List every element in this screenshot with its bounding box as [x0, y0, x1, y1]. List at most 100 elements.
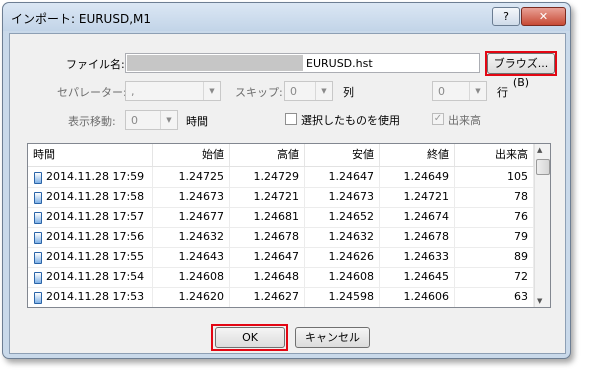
- col-header-close[interactable]: 終値: [380, 144, 455, 166]
- record-icon: [34, 232, 42, 244]
- table-cell: 89: [455, 247, 534, 267]
- cell-text: 1.24608: [328, 270, 375, 283]
- table-cell: 76: [455, 207, 534, 227]
- scroll-down-icon[interactable]: ▼: [537, 297, 542, 305]
- table-cell: 1.24598: [305, 287, 380, 307]
- cell-text: 1.24681: [253, 210, 300, 223]
- cell-text: 2014.11.28 17:54: [46, 270, 145, 283]
- table-cell: 1.24647: [230, 247, 305, 267]
- cell-text: 1.24598: [328, 290, 375, 303]
- cell-text: 1.24608: [178, 270, 225, 283]
- cell-text: 2014.11.28 17:57: [46, 210, 145, 223]
- cell-text: 2014.11.28 17:53: [46, 290, 145, 303]
- use-selected-checkbox[interactable]: [285, 113, 297, 125]
- record-icon: [34, 192, 42, 204]
- cell-text: 1.24673: [328, 190, 375, 203]
- volume-checkbox[interactable]: ✓: [432, 113, 444, 125]
- table-cell: 2014.11.28 17:56: [28, 227, 153, 247]
- record-icon: [34, 272, 42, 284]
- vertical-scrollbar[interactable]: ▲ ▼: [534, 144, 550, 307]
- col-header-time[interactable]: 時間: [28, 144, 153, 166]
- move-label: 表示移動:: [68, 115, 116, 128]
- table-cell: 1.24673: [153, 187, 230, 207]
- cell-text: 79: [514, 230, 528, 243]
- file-path-redacted: [127, 55, 303, 71]
- table-cell: 1.24673: [305, 187, 380, 207]
- skip-columns-value: 0: [290, 85, 297, 98]
- move-hours-value: 0: [131, 114, 138, 127]
- help-button[interactable]: ?: [492, 7, 520, 26]
- table-cell: 1.24652: [305, 207, 380, 227]
- table-cell: 1.24678: [230, 227, 305, 247]
- chevron-down-icon: ▼: [315, 82, 332, 100]
- cell-text: 1.24647: [328, 170, 375, 183]
- table-cell: 79: [455, 227, 534, 247]
- table-row[interactable]: 2014.11.28 17:58 1.24673 1.24721 1.24673 1.2…: [28, 187, 534, 208]
- table-row[interactable]: 2014.11.28 17:53 1.24620 1.24627 1.24598 1.2…: [28, 287, 534, 307]
- record-icon: [34, 172, 42, 184]
- cell-text: 1.24729: [253, 170, 300, 183]
- cell-text: 89: [514, 250, 528, 263]
- col-header-open[interactable]: 始値: [153, 144, 230, 166]
- table-cell: 1.24620: [153, 287, 230, 307]
- record-icon: [34, 212, 42, 224]
- cell-text: 1.24673: [178, 190, 225, 203]
- separator-combo[interactable]: , ▼: [125, 81, 221, 101]
- skip-rows-combo[interactable]: 0 ▼: [432, 81, 487, 101]
- cell-text: 1.24632: [178, 230, 225, 243]
- scroll-up-icon[interactable]: ▲: [537, 146, 542, 154]
- file-name-label: ファイル名:: [66, 58, 125, 71]
- skip-columns-combo[interactable]: 0 ▼: [284, 81, 333, 101]
- table-row[interactable]: 2014.11.28 17:55 1.24643 1.24647 1.24626 1.2…: [28, 247, 534, 268]
- table-row[interactable]: 2014.11.28 17:59 1.24725 1.24729 1.24647 1.2…: [28, 167, 534, 188]
- window-title: インポート: EURUSD,M1: [11, 12, 152, 26]
- table-cell: 2014.11.28 17:55: [28, 247, 153, 267]
- cell-text: 1.24678: [253, 230, 300, 243]
- table-header: 時間 始値 高値 安値 終値 出来高: [28, 144, 534, 167]
- cell-text: 1.24643: [178, 250, 225, 263]
- table-cell: 1.24674: [380, 207, 455, 227]
- table-cell: 1.24627: [230, 287, 305, 307]
- table-cell: 72: [455, 267, 534, 287]
- table-cell: 1.24721: [230, 187, 305, 207]
- table-cell: 1.24633: [380, 247, 455, 267]
- chevron-down-icon: ▼: [160, 111, 177, 129]
- table-cell: 2014.11.28 17:54: [28, 267, 153, 287]
- skip-rows-unit: 行: [497, 86, 508, 99]
- table-row[interactable]: 2014.11.28 17:57 1.24677 1.24681 1.24652 1.2…: [28, 207, 534, 228]
- close-button[interactable]: ✕: [521, 7, 566, 26]
- use-selected-label: 選択したものを使用: [301, 114, 400, 127]
- cell-text: 1.24721: [403, 190, 450, 203]
- col-header-low[interactable]: 安値: [305, 144, 380, 166]
- data-table[interactable]: 時間 始値 高値 安値 終値 出来高 2014.11.28 17:59 1.247…: [27, 143, 551, 308]
- table-cell: 1.24648: [230, 267, 305, 287]
- table-cell: 63: [455, 287, 534, 307]
- table-row[interactable]: 2014.11.28 17:56 1.24632 1.24678 1.24632 1.2…: [28, 227, 534, 248]
- cell-text: 1.24632: [328, 230, 375, 243]
- cell-text: 1.24633: [403, 250, 450, 263]
- table-row[interactable]: 2014.11.28 17:54 1.24608 1.24648 1.24608 1.2…: [28, 267, 534, 288]
- col-header-high[interactable]: 高値: [230, 144, 305, 166]
- cell-text: 2014.11.28 17:55: [46, 250, 145, 263]
- col-header-volume[interactable]: 出来高: [455, 144, 534, 166]
- move-hours-unit: 時間: [186, 115, 208, 128]
- table-cell: 105: [455, 167, 534, 187]
- table-cell: 1.24677: [153, 207, 230, 227]
- cell-text: 1.24678: [403, 230, 450, 243]
- cancel-button[interactable]: キャンセル: [295, 327, 370, 348]
- ok-highlight: [211, 324, 288, 351]
- table-cell: 1.24647: [305, 167, 380, 187]
- file-name-field[interactable]: EURUSD.hst: [125, 53, 480, 73]
- cell-text: 1.24620: [178, 290, 225, 303]
- table-cell: 1.24729: [230, 167, 305, 187]
- cell-text: 1.24721: [253, 190, 300, 203]
- import-dialog: インポート: EURUSD,M1 ? ✕ ファイル名: EURUSD.hst ブ…: [2, 2, 571, 359]
- table-cell: 2014.11.28 17:59: [28, 167, 153, 187]
- cell-text: 63: [514, 290, 528, 303]
- move-hours-combo[interactable]: 0 ▼: [125, 110, 178, 130]
- scroll-thumb[interactable]: [536, 159, 550, 175]
- chevron-down-icon: ▼: [203, 82, 220, 100]
- table-cell: 1.24632: [305, 227, 380, 247]
- cell-text: 1.24606: [403, 290, 450, 303]
- cell-text: 1.24647: [253, 250, 300, 263]
